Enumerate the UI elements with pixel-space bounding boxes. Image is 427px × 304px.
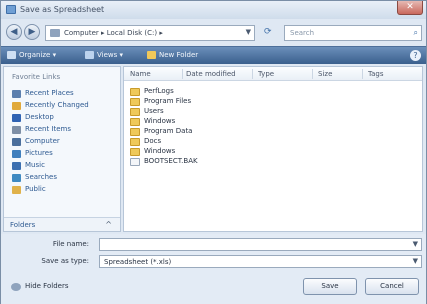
- help-icon[interactable]: ?: [410, 50, 421, 61]
- navigation-pane: Favorite Links Recent Places Recently Cha…: [3, 66, 121, 232]
- column-name[interactable]: Name: [130, 70, 151, 78]
- list-item-label: BOOTSECT.BAK: [144, 157, 198, 165]
- nav-item-label: Recently Changed: [25, 101, 89, 109]
- list-item[interactable]: Program Data: [130, 127, 330, 137]
- file-name-label: File name:: [52, 240, 89, 248]
- organize-menu[interactable]: Organize ▾: [19, 51, 56, 59]
- list-item[interactable]: Windows: [130, 117, 330, 127]
- column-tags[interactable]: Tags: [368, 70, 384, 78]
- address-row: ◀ ▶ Computer ▸ Local Disk (C:) ▸ ▼ ⟳ Sea…: [1, 19, 426, 46]
- address-bar[interactable]: Computer ▸ Local Disk (C:) ▸ ▼: [45, 25, 255, 41]
- new-folder-button[interactable]: New Folder: [159, 51, 198, 59]
- command-bar: Organize ▾ Views ▾ New Folder ?: [1, 46, 426, 64]
- organize-icon: [7, 51, 16, 59]
- pictures-icon: [12, 150, 21, 158]
- window-title: Save as Spreadsheet: [20, 5, 105, 14]
- nav-item[interactable]: Desktop: [12, 113, 118, 123]
- nav-item[interactable]: Music: [12, 161, 118, 171]
- search-input[interactable]: Search ⌕: [284, 25, 422, 41]
- new-folder-icon: [147, 51, 156, 59]
- file-list: Name Date modified Type Size Tags PerfLo…: [123, 66, 423, 232]
- list-item-label: Docs: [144, 137, 162, 145]
- back-button[interactable]: ◀: [6, 24, 22, 40]
- nav-item-label: Pictures: [25, 149, 53, 157]
- column-size[interactable]: Size: [318, 70, 332, 78]
- list-item-label: Users: [144, 107, 164, 115]
- nav-item-label: Computer: [25, 137, 60, 145]
- folder-icon: [130, 98, 140, 106]
- folder-icon: [130, 108, 140, 116]
- save-type-label: Save as type:: [41, 257, 89, 265]
- hide-folders-label: Hide Folders: [25, 282, 69, 290]
- nav-item-label: Public: [25, 185, 46, 193]
- nav-item-label: Searches: [25, 173, 58, 181]
- desktop-icon: [12, 114, 21, 122]
- public-icon: [12, 186, 21, 194]
- folder-icon: [130, 148, 140, 156]
- list-item-label: Program Data: [144, 127, 193, 135]
- cancel-button[interactable]: Cancel: [365, 278, 419, 295]
- list-item[interactable]: Docs: [130, 137, 330, 147]
- search-placeholder: Search: [290, 29, 315, 37]
- recently-changed-icon: [12, 102, 21, 110]
- list-item[interactable]: PerfLogs: [130, 87, 330, 97]
- address-path: Computer ▸ Local Disk (C:) ▸: [64, 29, 163, 37]
- folder-icon: [130, 118, 140, 126]
- folder-icon: [130, 138, 140, 146]
- nav-item-label: Recent Items: [25, 125, 71, 133]
- chevron-down-icon[interactable]: ▼: [413, 257, 418, 265]
- recent-items-icon: [12, 126, 21, 134]
- column-date-modified[interactable]: Date modified: [186, 70, 236, 78]
- chevron-down-icon[interactable]: ▼: [413, 240, 418, 248]
- folder-icon: [130, 88, 140, 96]
- folder-icon: [130, 128, 140, 136]
- favorite-links-heading: Favorite Links: [12, 73, 61, 81]
- column-header-row: Name Date modified Type Size Tags: [124, 67, 422, 81]
- list-item-label: Windows: [144, 117, 176, 125]
- save-type-value: Spreadsheet (*.xls): [104, 258, 172, 266]
- save-type-select[interactable]: Spreadsheet (*.xls) ▼: [99, 255, 422, 268]
- chevron-up-icon: ^: [105, 220, 112, 229]
- title-bar: Save as Spreadsheet ✕: [1, 1, 426, 19]
- save-form: File name: ▼ Save as type: Spreadsheet (…: [1, 234, 426, 304]
- list-item[interactable]: BOOTSECT.BAK: [130, 157, 330, 167]
- nav-item[interactable]: Pictures: [12, 149, 118, 159]
- list-item[interactable]: Program Files: [130, 97, 330, 107]
- computer-icon: [50, 29, 60, 37]
- folders-label: Folders: [10, 221, 36, 229]
- nav-item[interactable]: Public: [12, 185, 118, 195]
- app-icon: [6, 5, 16, 14]
- nav-item[interactable]: Computer: [12, 137, 118, 147]
- views-menu[interactable]: Views ▾: [97, 51, 123, 59]
- forward-button[interactable]: ▶: [24, 24, 40, 40]
- close-button[interactable]: ✕: [397, 1, 423, 15]
- list-item[interactable]: Users: [130, 107, 330, 117]
- file-icon: [130, 158, 140, 166]
- views-icon: [85, 51, 94, 59]
- nav-item[interactable]: Recent Places: [12, 89, 118, 99]
- chevron-up-icon: [11, 283, 21, 291]
- search-icon[interactable]: ⌕: [414, 28, 418, 38]
- nav-item-label: Desktop: [25, 113, 54, 121]
- computer-icon: [12, 138, 21, 146]
- folders-toggle[interactable]: Folders ^: [4, 217, 120, 231]
- save-dialog: Save as Spreadsheet ✕ ◀ ▶ Computer ▸ Loc…: [0, 0, 427, 304]
- refresh-icon[interactable]: ⟳: [264, 27, 272, 37]
- searches-icon: [12, 174, 21, 182]
- nav-item-label: Recent Places: [25, 89, 74, 97]
- nav-item[interactable]: Searches: [12, 173, 118, 183]
- column-type[interactable]: Type: [258, 70, 274, 78]
- save-button[interactable]: Save: [303, 278, 357, 295]
- nav-item[interactable]: Recently Changed: [12, 101, 118, 111]
- nav-item-label: Music: [25, 161, 45, 169]
- nav-item[interactable]: Recent Items: [12, 125, 118, 135]
- recent-places-icon: [12, 90, 21, 98]
- list-item-label: PerfLogs: [144, 87, 174, 95]
- file-name-field[interactable]: ▼: [99, 238, 422, 251]
- list-item[interactable]: Windows: [130, 147, 330, 157]
- chevron-down-icon[interactable]: ▼: [246, 28, 251, 36]
- list-item-label: Windows: [144, 147, 176, 155]
- music-icon: [12, 162, 21, 170]
- list-item-label: Program Files: [144, 97, 192, 105]
